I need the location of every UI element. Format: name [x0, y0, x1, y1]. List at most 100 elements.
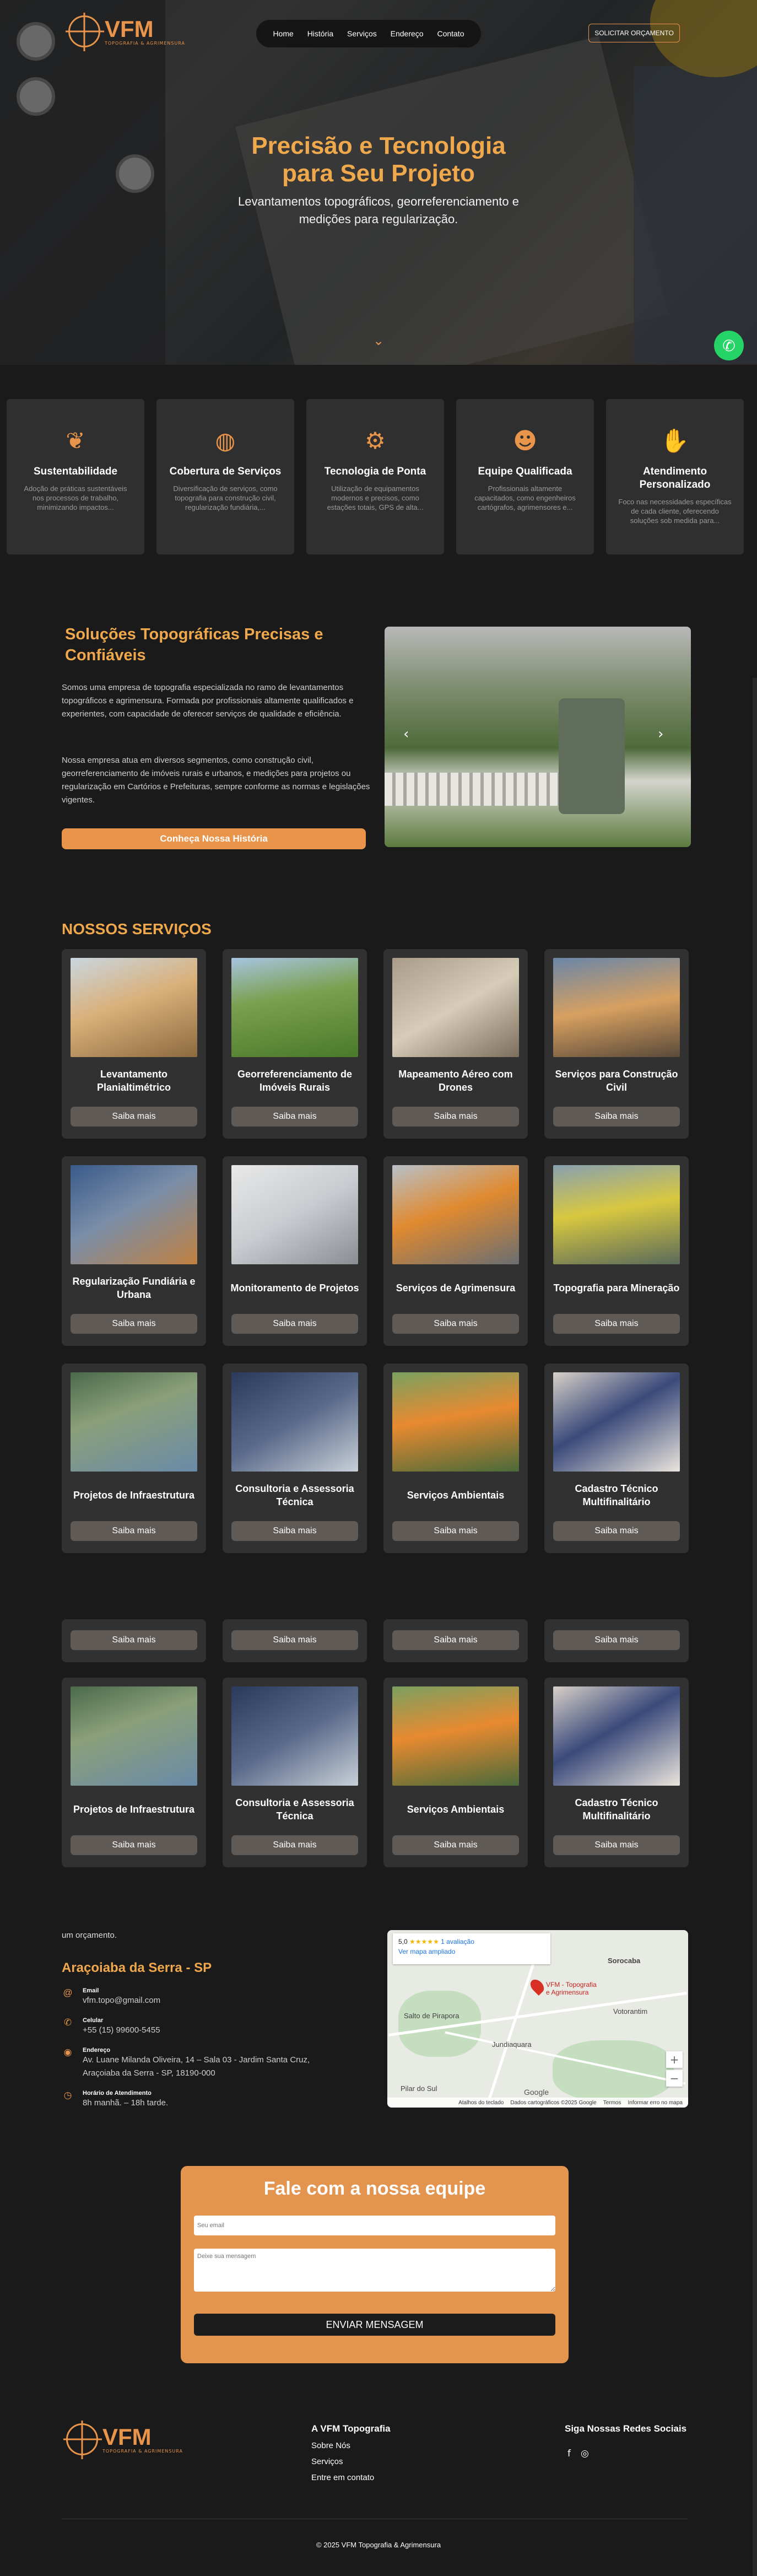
team-icon: ☻ — [513, 427, 537, 454]
map-info-card: 5,0 ★★★★★ 1 avaliação Ver mapa ampliado — [393, 1933, 550, 1964]
map-reviews-link[interactable]: 1 avaliação — [441, 1938, 474, 1946]
slider-prev-icon[interactable]: ‹ — [403, 726, 409, 742]
request-quote-button[interactable]: SOLICITAR ORÇAMENTO — [588, 24, 680, 42]
scroll-down-chevron-icon[interactable]: ⌄ — [370, 333, 387, 348]
learn-more-button[interactable]: Saiba mais — [553, 1835, 680, 1855]
nav-servicos[interactable]: Serviços — [347, 29, 377, 38]
footer-social-title: Siga Nossas Redes Sociais — [565, 2423, 687, 2434]
learn-more-button[interactable]: Saiba mais — [553, 1630, 680, 1650]
service-image — [231, 1165, 358, 1264]
service-title: Levantamento Planialtimétrico — [96, 1069, 171, 1093]
learn-more-button[interactable]: Saiba mais — [553, 1107, 680, 1127]
service-image — [231, 1686, 358, 1786]
service-title: Cadastro Técnico Multifinalitário — [575, 1797, 658, 1821]
learn-more-button[interactable]: Saiba mais — [392, 1107, 519, 1127]
learn-more-button[interactable]: Saiba mais — [71, 1314, 197, 1334]
whatsapp-icon[interactable]: ✆ — [714, 331, 744, 360]
nav-contato[interactable]: Contato — [437, 29, 464, 38]
learn-more-button[interactable]: Saiba mais — [231, 1630, 358, 1650]
message-field[interactable] — [194, 2249, 555, 2292]
nav-endereco[interactable]: Endereço — [391, 29, 424, 38]
contact-phone-value[interactable]: +55 (15) 99600-5455 — [83, 2024, 160, 2037]
service-card: Consultoria e Assessoria Técnica Saiba ma… — [223, 1678, 367, 1867]
contact-hours: ◷ Horário de Atendimento 8h manhã. – 18h … — [62, 2090, 169, 2110]
phone-icon: ✆ — [63, 2017, 72, 2028]
learn-more-button[interactable]: Saiba mais — [553, 1521, 680, 1541]
service-card: Serviços Ambientais Saiba mais — [383, 1364, 528, 1553]
contact-address-line2: Araçoiaba da Serra - SP, 18190-000 — [83, 2068, 215, 2078]
map-google-logo: Google — [524, 2088, 549, 2097]
footer-link-about[interactable]: Sobre Nós — [311, 2441, 391, 2450]
footer-logo[interactable]: VFM TOPOGRAFIA & AGRIMENSURA — [66, 2423, 183, 2455]
footer-logo-tagline: TOPOGRAFIA & AGRIMENSURA — [102, 2448, 183, 2454]
contact-email-value[interactable]: vfm.topo@gmail.com — [83, 1994, 160, 2007]
feature-text: Adoção de práticas sustentáveis nos proc… — [24, 484, 127, 511]
contact-phone-label: Celular — [83, 2017, 104, 2024]
service-title: Georreferenciamento de Imóveis Rurais — [237, 1069, 353, 1093]
header-logo[interactable]: VFM TOPOGRAFIA & AGRIMENSURA — [68, 15, 185, 47]
learn-more-button[interactable]: Saiba mais — [71, 1835, 197, 1855]
service-image — [553, 1165, 680, 1264]
feature-card: ⚙ Tecnologia de Ponta Utilização de equi… — [306, 399, 444, 554]
nav-home[interactable]: Home — [273, 29, 293, 38]
learn-more-button[interactable]: Saiba mais — [231, 1835, 358, 1855]
learn-more-button[interactable]: Saiba mais — [392, 1835, 519, 1855]
service-card: Serviços para Construção Civil Saiba mais — [544, 949, 689, 1139]
service-image — [553, 1372, 680, 1472]
globe-icon: ◍ — [215, 427, 236, 454]
map-zoom-out-icon[interactable]: − — [666, 2070, 683, 2087]
history-button[interactable]: Conheça Nossa História — [62, 828, 366, 849]
email-field[interactable] — [194, 2216, 555, 2235]
copyright: © 2025 VFM Topografia & Agrimensura — [316, 2541, 441, 2549]
instagram-icon[interactable]: ◎ — [581, 2448, 589, 2459]
gears-icon: ⚙ — [365, 427, 386, 454]
map-city-label: Jundiaquara — [492, 2040, 532, 2049]
hero-lead-line2: medições para regularização. — [299, 212, 458, 226]
map-city-label: Salto de Pirapora — [404, 2012, 459, 2020]
send-message-button[interactable]: ENVIAR MENSAGEM — [194, 2314, 555, 2336]
contact-phone: ✆ Celular +55 (15) 99600-5455 — [62, 2017, 160, 2037]
slider-next-icon[interactable]: › — [658, 726, 663, 742]
hero-section: VFM TOPOGRAFIA & AGRIMENSURA Home Histór… — [0, 0, 757, 365]
map-pin-icon[interactable] — [528, 1977, 547, 1996]
learn-more-button[interactable]: Saiba mais — [231, 1314, 358, 1334]
learn-more-button[interactable]: Saiba mais — [231, 1521, 358, 1541]
service-image — [392, 1165, 519, 1264]
nav-historia[interactable]: História — [307, 29, 333, 38]
feature-title: Atendimento Personalizado — [639, 466, 711, 491]
learn-more-button[interactable]: Saiba mais — [71, 1630, 197, 1650]
contact-address: ◉ Endereço Av. Luane Milanda Oliveira, 1… — [62, 2047, 310, 2080]
facebook-icon[interactable]: f — [567, 2448, 571, 2459]
learn-more-button[interactable]: Saiba mais — [392, 1521, 519, 1541]
map-zoom-in-icon[interactable]: + — [666, 2051, 683, 2068]
map-place-label: VFM - Topografia e Agrimensura — [546, 1981, 597, 1996]
map-report[interactable]: Informar erro no mapa — [628, 2100, 683, 2106]
contact-hours-label: Horário de Atendimento — [83, 2090, 152, 2097]
footer-link-services[interactable]: Serviços — [311, 2457, 391, 2466]
footer-link-contact[interactable]: Entre em contato — [311, 2473, 391, 2482]
learn-more-button[interactable]: Saiba mais — [392, 1314, 519, 1334]
learn-more-button[interactable]: Saiba mais — [392, 1630, 519, 1650]
feature-title: Equipe Qualificada — [478, 466, 572, 477]
page-scrollbar[interactable] — [753, 678, 757, 2576]
footer-logo-text: VFM — [102, 2423, 152, 2450]
service-title: Serviços Ambientais — [407, 1804, 505, 1815]
map-terms[interactable]: Termos — [603, 2100, 621, 2106]
compass-logo-icon — [66, 2423, 98, 2455]
learn-more-button[interactable]: Saiba mais — [231, 1107, 358, 1127]
service-card: Consultoria e Assessoria Técnica Saiba ma… — [223, 1364, 367, 1553]
map-shortcuts[interactable]: Atalhos do teclado — [458, 2100, 504, 2106]
learn-more-button[interactable]: Saiba mais — [553, 1314, 680, 1334]
map-city-label: Votorantim — [613, 2007, 648, 2015]
learn-more-button[interactable]: Saiba mais — [71, 1107, 197, 1127]
hero-lead-line1: Levantamentos topográficos, georreferenc… — [238, 195, 519, 208]
learn-more-button[interactable]: Saiba mais — [71, 1521, 197, 1541]
google-map[interactable]: Sorocaba Votorantim Jundiaquara Pilar do… — [387, 1930, 688, 2108]
clock-icon: ◷ — [63, 2090, 72, 2100]
map-enlarge-link[interactable]: Ver mapa ampliado — [398, 1948, 545, 1955]
service-image — [553, 1686, 680, 1786]
service-image — [71, 1372, 197, 1472]
service-title: Serviços para Construção Civil — [555, 1069, 678, 1093]
contact-form: Fale com a nossa equipe ENVIAR MENSAGEM — [181, 2166, 569, 2363]
service-image — [231, 958, 358, 1057]
